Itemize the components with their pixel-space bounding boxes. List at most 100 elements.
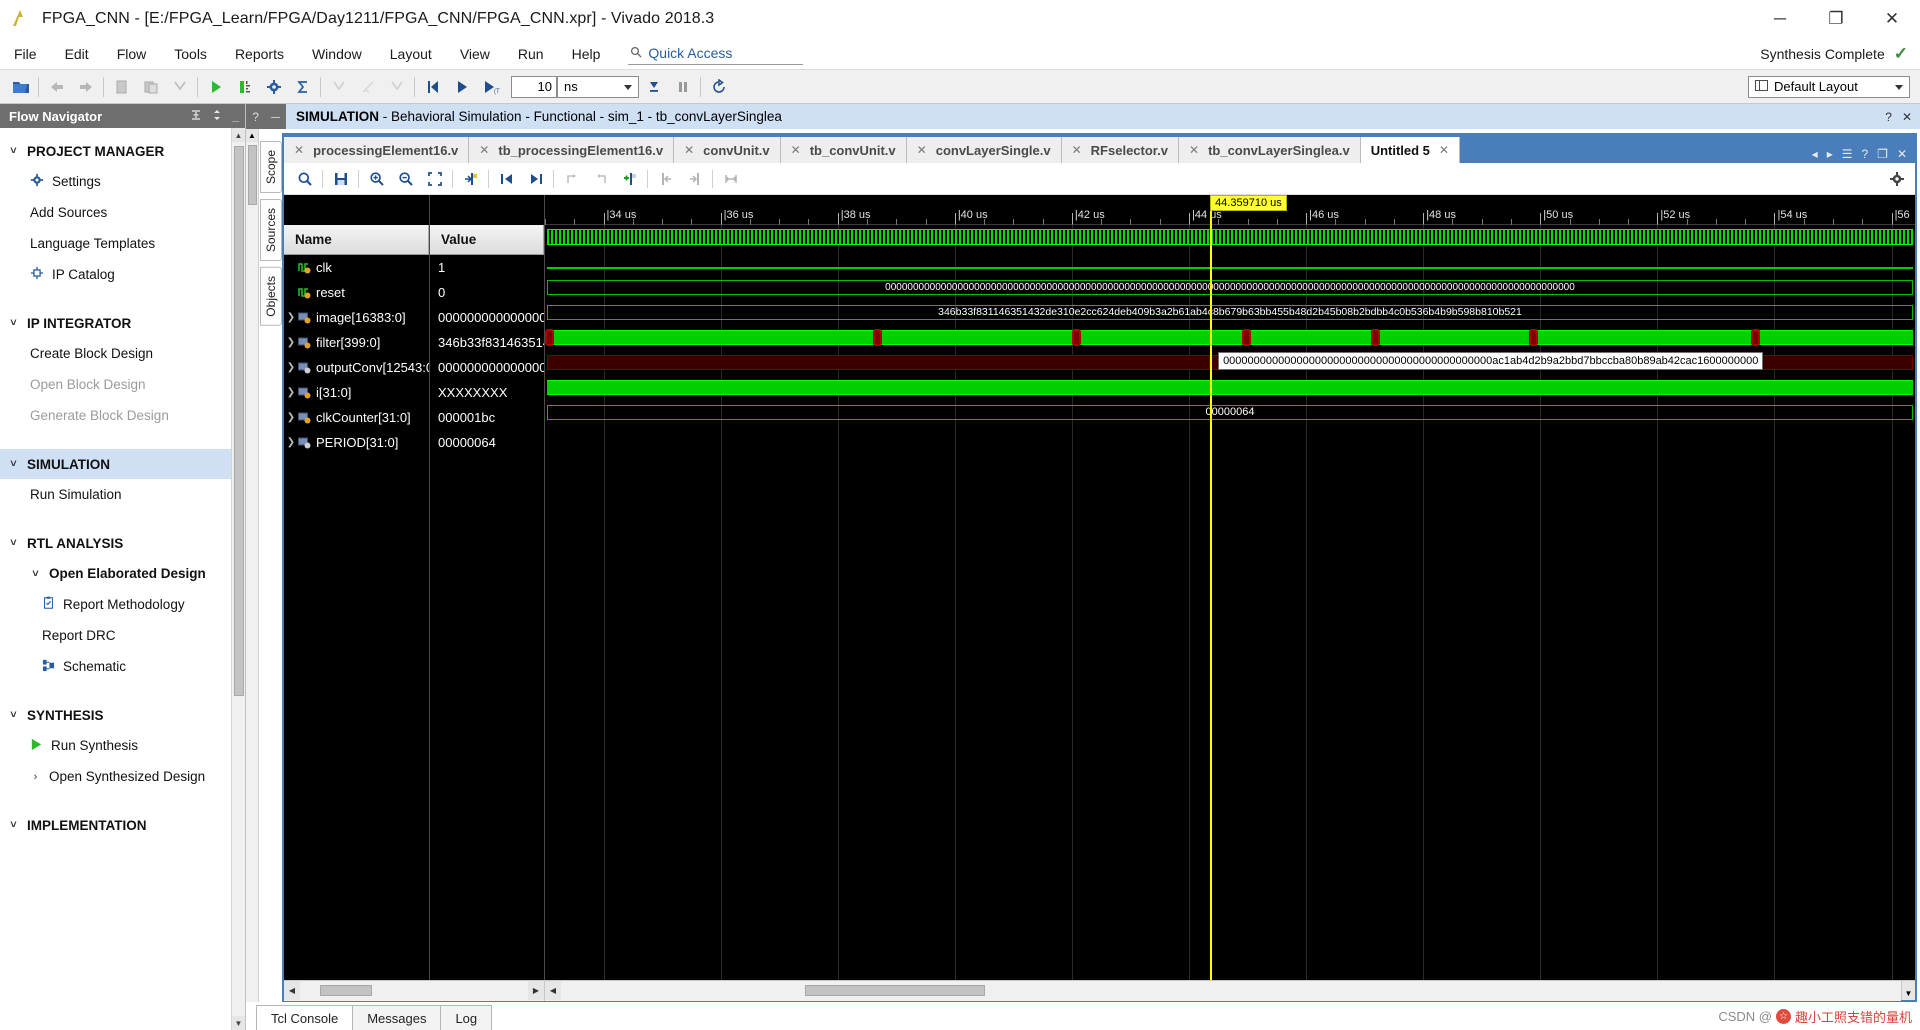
menu-flow[interactable]: Flow	[103, 42, 161, 66]
layout-select[interactable]: Default Layout	[1748, 75, 1910, 98]
fn-item-settings[interactable]: Settings	[0, 166, 245, 197]
run-simulation-icon[interactable]	[230, 73, 259, 101]
run-step-icon[interactable]	[639, 73, 668, 101]
panel-help-icon[interactable]: ?	[1885, 110, 1892, 124]
paste-icon[interactable]	[136, 73, 165, 101]
flow-navigator-scrollbar[interactable]: ▲ ▼	[231, 128, 245, 1030]
menu-help[interactable]: Help	[558, 42, 615, 66]
signal-row-period[interactable]: ❯ PERIOD[31:0]	[284, 430, 429, 455]
signal-row-filter[interactable]: ❯ filter[399:0]	[284, 330, 429, 355]
fn-item-run-synthesis[interactable]: Run Synthesis	[0, 730, 245, 761]
scroll-up-icon[interactable]: ▲	[246, 129, 258, 142]
editor-tab-tb-processingelement16[interactable]: ✕ tb_processingElement16.v	[469, 137, 675, 163]
scroll-down-icon[interactable]: ▼	[1902, 986, 1915, 1000]
minimize-panel-icon[interactable]: _	[232, 109, 239, 124]
waveform-canvas[interactable]: |34 us |36 us |38 us |40 us |42 us |44 us |46 …	[545, 195, 1915, 980]
simulation-time-unit-select[interactable]: ns	[557, 75, 639, 98]
editor-tab-convunit[interactable]: ✕ convUnit.v	[674, 137, 781, 163]
close-icon[interactable]: ✕	[791, 143, 801, 157]
editor-tab-tb-convlayersinglea[interactable]: ✕ tb_convLayerSinglea.v	[1179, 137, 1361, 163]
editor-tab-processingelement16[interactable]: ✕ processingElement16.v	[284, 137, 470, 163]
quick-access-search[interactable]: Quick Access	[628, 43, 804, 65]
close-icon[interactable]: ✕	[294, 143, 304, 157]
cancel-run-icon[interactable]	[382, 73, 411, 101]
minimize-icon[interactable]: ─	[271, 110, 280, 124]
help-icon[interactable]: ?	[252, 110, 259, 124]
settings-gear-icon[interactable]	[259, 73, 288, 101]
run-icon[interactable]	[201, 73, 230, 101]
fn-section-rtl-analysis[interactable]: ˅ RTL ANALYSIS	[0, 528, 245, 558]
side-tab-objects[interactable]: Objects	[259, 267, 282, 326]
scroll-thumb[interactable]	[805, 985, 985, 996]
scroll-thumb[interactable]	[234, 146, 244, 696]
signal-row-clk[interactable]: clk	[284, 255, 429, 280]
close-icon[interactable]: ✕	[479, 143, 489, 157]
close-icon[interactable]: ✕	[917, 143, 927, 157]
expand-icon[interactable]: ❯	[284, 312, 298, 323]
names-hscrollbar[interactable]: ◀ ▶	[284, 981, 545, 1001]
zoom-in-icon[interactable]	[362, 166, 391, 192]
expand-all-icon[interactable]	[211, 109, 223, 124]
restart-icon[interactable]	[704, 73, 733, 101]
fn-item-report-methodology[interactable]: Report Methodology	[0, 589, 245, 620]
tab-list-icon[interactable]: ☰	[1842, 147, 1853, 161]
signal-row-image[interactable]: ❯ image[16383:0]	[284, 305, 429, 330]
close-button[interactable]: ✕	[1864, 0, 1920, 38]
run-for-time-icon[interactable]: (T)	[476, 73, 505, 101]
prev-transition-icon[interactable]	[492, 166, 521, 192]
close-window-icon[interactable]: ✕	[1897, 147, 1907, 161]
side-tab-sources[interactable]: Sources	[259, 199, 282, 262]
goto-marker-icon[interactable]	[456, 166, 485, 192]
copy-icon[interactable]	[107, 73, 136, 101]
float-window-icon[interactable]: ❐	[1877, 147, 1888, 161]
menu-view[interactable]: View	[446, 42, 504, 66]
add-marker-next-icon[interactable]	[586, 166, 615, 192]
next-tab-icon[interactable]: ▸	[1827, 147, 1833, 161]
expand-icon[interactable]: ❯	[284, 387, 298, 398]
fn-item-report-drc[interactable]: Report DRC	[0, 620, 245, 651]
fn-section-implementation[interactable]: ˅ IMPLEMENTATION	[0, 810, 245, 840]
next-transition-icon[interactable]	[521, 166, 550, 192]
menu-window[interactable]: Window	[298, 42, 376, 66]
wave-vscrollbar[interactable]: ▲ ▼	[1901, 981, 1915, 1000]
save-icon[interactable]	[326, 166, 355, 192]
wave-hscrollbar[interactable]: ◀	[545, 981, 1901, 1001]
menu-layout[interactable]: Layout	[376, 42, 446, 66]
scroll-right-icon[interactable]: ▶	[528, 981, 544, 1000]
side-tab-scope[interactable]: Scope	[259, 141, 282, 194]
fn-section-project-manager[interactable]: ˅ PROJECT MANAGER	[0, 136, 245, 166]
snap-right-icon[interactable]	[680, 166, 709, 192]
panel-close-icon[interactable]: ✕	[1902, 110, 1912, 124]
scroll-thumb[interactable]	[320, 985, 372, 996]
fn-item-open-synthesized-design[interactable]: › Open Synthesized Design	[0, 761, 245, 792]
signal-row-reset[interactable]: reset	[284, 280, 429, 305]
menu-run[interactable]: Run	[504, 42, 558, 66]
zoom-out-icon[interactable]	[391, 166, 420, 192]
help-icon[interactable]: ?	[1861, 147, 1868, 161]
fn-section-ip-integrator[interactable]: ˅ IP INTEGRATOR	[0, 308, 245, 338]
fn-item-ip-catalog[interactable]: IP Catalog	[0, 259, 245, 290]
reset-run-icon[interactable]	[353, 73, 382, 101]
close-icon[interactable]: ✕	[1439, 143, 1449, 157]
simulation-time-input[interactable]	[511, 75, 557, 98]
scroll-thumb[interactable]	[248, 145, 257, 205]
undo-icon[interactable]	[42, 73, 71, 101]
minimize-button[interactable]: ─	[1752, 0, 1808, 38]
fn-item-create-block-design[interactable]: Create Block Design	[0, 338, 245, 369]
search-icon[interactable]	[290, 166, 319, 192]
run-all-icon[interactable]	[447, 73, 476, 101]
fn-item-add-sources[interactable]: Add Sources	[0, 197, 245, 228]
fn-section-simulation[interactable]: ˅ SIMULATION	[0, 449, 245, 479]
collapse-all-icon[interactable]	[190, 109, 202, 124]
console-tab-tcl[interactable]: Tcl Console	[256, 1005, 354, 1030]
relaunch-icon[interactable]	[324, 73, 353, 101]
zoom-fit-icon[interactable]	[420, 166, 449, 192]
cursor-line[interactable]	[1210, 195, 1213, 980]
measure-icon[interactable]	[716, 166, 745, 192]
close-icon[interactable]: ✕	[1072, 143, 1082, 157]
pause-icon[interactable]	[668, 73, 697, 101]
console-tab-log[interactable]: Log	[440, 1005, 493, 1030]
snap-left-icon[interactable]	[651, 166, 680, 192]
sum-icon[interactable]	[288, 73, 317, 101]
add-marker-prev-icon[interactable]	[557, 166, 586, 192]
